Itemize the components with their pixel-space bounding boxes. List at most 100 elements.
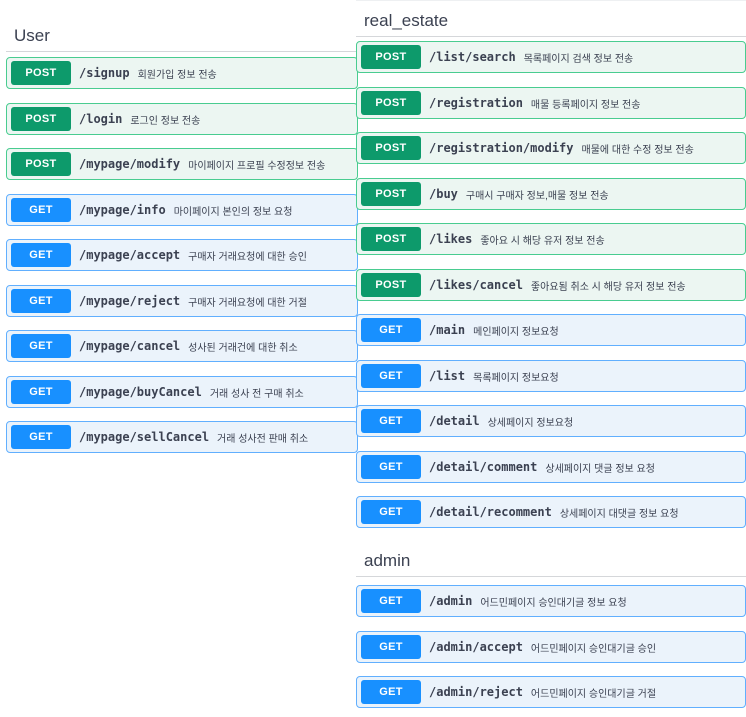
operation-path: /list/search bbox=[429, 50, 516, 64]
operation-user-signup[interactable]: POST/signup 회원가입 정보 전송 bbox=[6, 57, 358, 89]
user-section: User POST/signup 회원가입 정보 전송 POST/login 로그인 … bbox=[6, 0, 358, 462]
operation-user-mypage-cancel[interactable]: GET/mypage/cancel 성사된 거래건에 대한 취소 bbox=[6, 330, 358, 362]
operation-path: /registration bbox=[429, 96, 523, 110]
operation-description: 로그인 정보 전송 bbox=[130, 115, 201, 127]
operation-path: /signup bbox=[79, 66, 130, 80]
method-badge: GET bbox=[361, 680, 421, 704]
operation-description: 구매자 거래요청에 대한 승인 bbox=[188, 251, 307, 263]
method-badge: POST bbox=[361, 182, 421, 206]
operation-admin-admin[interactable]: GET/admin 어드민페이지 승인대기글 정보 요청 bbox=[356, 585, 746, 617]
operation-path: /buy bbox=[429, 187, 458, 201]
method-badge: POST bbox=[361, 136, 421, 160]
method-badge: POST bbox=[361, 227, 421, 251]
method-badge: GET bbox=[361, 364, 421, 388]
operation-description: 상세페이지 댓글 정보 요청 bbox=[545, 463, 655, 475]
operation-user-mypage-buyCancel[interactable]: GET/mypage/buyCancel 거래 성사 전 구매 취소 bbox=[6, 376, 358, 408]
operation-path: /detail/comment bbox=[429, 460, 538, 474]
operation-path: /mypage/reject bbox=[79, 294, 181, 308]
operation-path: /list bbox=[429, 369, 466, 383]
operation-user-mypage-accept[interactable]: GET/mypage/accept 구매자 거래요청에 대한 승인 bbox=[6, 239, 358, 271]
user-operations: POST/signup 회원가입 정보 전송 POST/login 로그인 정보 전송… bbox=[6, 52, 358, 462]
method-badge: GET bbox=[11, 334, 71, 358]
method-badge: GET bbox=[361, 589, 421, 613]
method-badge: GET bbox=[361, 409, 421, 433]
operation-description: 어드민페이지 승인대기글 승인 bbox=[530, 643, 657, 655]
operation-admin-admin-reject[interactable]: GET/admin/reject 어드민페이지 승인대기글 거절 bbox=[356, 676, 746, 708]
operation-real-estate-registration-modify[interactable]: POST/registration/modify 매물에 대한 수정 정보 전송 bbox=[356, 132, 746, 164]
section-title-admin[interactable]: admin bbox=[356, 546, 746, 577]
method-badge: GET bbox=[11, 380, 71, 404]
operation-description: 거래 성사전 판매 취소 bbox=[217, 433, 309, 445]
operation-real-estate-detail-recomment[interactable]: GET/detail/recomment 상세페이지 대댓글 정보 요청 bbox=[356, 496, 746, 528]
operation-description: 구매자 거래요청에 대한 거절 bbox=[188, 297, 307, 309]
operation-description: 매물 등록페이지 정보 전송 bbox=[530, 99, 641, 111]
method-badge: POST bbox=[361, 45, 421, 69]
operation-description: 상세페이지 정보요청 bbox=[487, 417, 574, 429]
operation-user-mypage-info[interactable]: GET/mypage/info 마이페이지 본인의 정보 요청 bbox=[6, 194, 358, 226]
operation-description: 구매시 구매자 정보,매물 정보 전송 bbox=[465, 190, 609, 202]
operation-path: /mypage/info bbox=[79, 203, 166, 217]
operation-user-mypage-sellCancel[interactable]: GET/mypage/sellCancel 거래 성사전 판매 취소 bbox=[6, 421, 358, 453]
operation-real-estate-registration[interactable]: POST/registration 매물 등록페이지 정보 전송 bbox=[356, 87, 746, 119]
method-badge: GET bbox=[11, 198, 71, 222]
operation-path: /mypage/buyCancel bbox=[79, 385, 202, 399]
method-badge: GET bbox=[361, 318, 421, 342]
operation-real-estate-list[interactable]: GET/list 목록페이지 정보요청 bbox=[356, 360, 746, 392]
method-badge: GET bbox=[11, 243, 71, 267]
operation-description: 마이페이지 본인의 정보 요청 bbox=[173, 206, 293, 218]
method-badge: POST bbox=[11, 152, 71, 176]
operation-description: 좋아요 시 해당 유저 정보 전송 bbox=[480, 235, 605, 247]
operation-path: /registration/modify bbox=[429, 141, 574, 155]
method-badge: GET bbox=[11, 289, 71, 313]
operation-path: /main bbox=[429, 323, 466, 337]
operation-path: /admin/accept bbox=[429, 640, 523, 654]
operation-description: 회원가입 정보 전송 bbox=[137, 69, 217, 81]
operation-user-mypage-reject[interactable]: GET/mypage/reject 구매자 거래요청에 대한 거절 bbox=[6, 285, 358, 317]
operation-real-estate-likes-cancel[interactable]: POST/likes/cancel 좋아요됨 취소 시 해당 유저 정보 전송 bbox=[356, 269, 746, 301]
operation-real-estate-main[interactable]: GET/main 메인페이지 정보요청 bbox=[356, 314, 746, 346]
operation-path: /admin/reject bbox=[429, 685, 523, 699]
operation-description: 성사된 거래건에 대한 취소 bbox=[188, 342, 298, 354]
operation-description: 메인페이지 정보요청 bbox=[473, 326, 559, 338]
method-badge: GET bbox=[361, 455, 421, 479]
operation-path: /likes/cancel bbox=[429, 278, 523, 292]
operation-path: /mypage/cancel bbox=[79, 339, 181, 353]
admin-operations: GET/admin 어드민페이지 승인대기글 정보 요청 GET/admin/acc… bbox=[356, 577, 746, 717]
method-badge: POST bbox=[361, 273, 421, 297]
operation-path: /mypage/modify bbox=[79, 157, 181, 171]
operation-description: 어드민페이지 승인대기글 거절 bbox=[530, 688, 657, 700]
operation-path: /admin bbox=[429, 594, 473, 608]
method-badge: POST bbox=[11, 61, 71, 85]
section-title-real-estate[interactable]: real_estate bbox=[356, 6, 746, 37]
admin-section: admin GET/admin 어드민페이지 승인대기글 정보 요청 GET/adm… bbox=[356, 538, 746, 717]
operation-real-estate-detail-comment[interactable]: GET/detail/comment 상세페이지 댓글 정보 요청 bbox=[356, 451, 746, 483]
operation-path: /login bbox=[79, 112, 123, 126]
operation-real-estate-buy[interactable]: POST/buy 구매시 구매자 정보,매물 정보 전송 bbox=[356, 178, 746, 210]
method-badge: GET bbox=[361, 500, 421, 524]
operation-path: /detail bbox=[429, 414, 480, 428]
real-estate-operations: POST/list/search 목록페이지 검색 정보 전송 POST/regis… bbox=[356, 37, 746, 537]
operation-path: /detail/recomment bbox=[429, 505, 552, 519]
operation-description: 목록페이지 정보요청 bbox=[473, 372, 559, 384]
method-badge: POST bbox=[361, 91, 421, 115]
operation-description: 마이페이지 프로필 수정정보 전송 bbox=[188, 160, 326, 172]
operation-real-estate-detail[interactable]: GET/detail 상세페이지 정보요청 bbox=[356, 405, 746, 437]
method-badge: GET bbox=[11, 425, 71, 449]
method-badge: GET bbox=[361, 635, 421, 659]
operation-path: /mypage/sellCancel bbox=[79, 430, 210, 444]
method-badge: POST bbox=[11, 107, 71, 131]
operation-user-login[interactable]: POST/login 로그인 정보 전송 bbox=[6, 103, 358, 135]
operation-description: 매물에 대한 수정 정보 전송 bbox=[581, 144, 694, 156]
operation-description: 거래 성사 전 구매 취소 bbox=[209, 388, 304, 400]
operation-real-estate-likes[interactable]: POST/likes 좋아요 시 해당 유저 정보 전송 bbox=[356, 223, 746, 255]
operation-real-estate-list-search[interactable]: POST/list/search 목록페이지 검색 정보 전송 bbox=[356, 41, 746, 73]
operation-path: /likes bbox=[429, 232, 473, 246]
operation-description: 좋아요됨 취소 시 해당 유저 정보 전송 bbox=[530, 281, 686, 293]
operation-admin-admin-accept[interactable]: GET/admin/accept 어드민페이지 승인대기글 승인 bbox=[356, 631, 746, 663]
operation-path: /mypage/accept bbox=[79, 248, 181, 262]
operation-description: 목록페이지 검색 정보 전송 bbox=[523, 53, 634, 65]
operation-description: 상세페이지 대댓글 정보 요청 bbox=[559, 508, 679, 520]
section-title-user[interactable]: User bbox=[6, 21, 358, 52]
operation-user-mypage-modify[interactable]: POST/mypage/modify 마이페이지 프로필 수정정보 전송 bbox=[6, 148, 358, 180]
real-estate-section: real_estate POST/list/search 목록페이지 검색 정보 … bbox=[356, 0, 746, 537]
